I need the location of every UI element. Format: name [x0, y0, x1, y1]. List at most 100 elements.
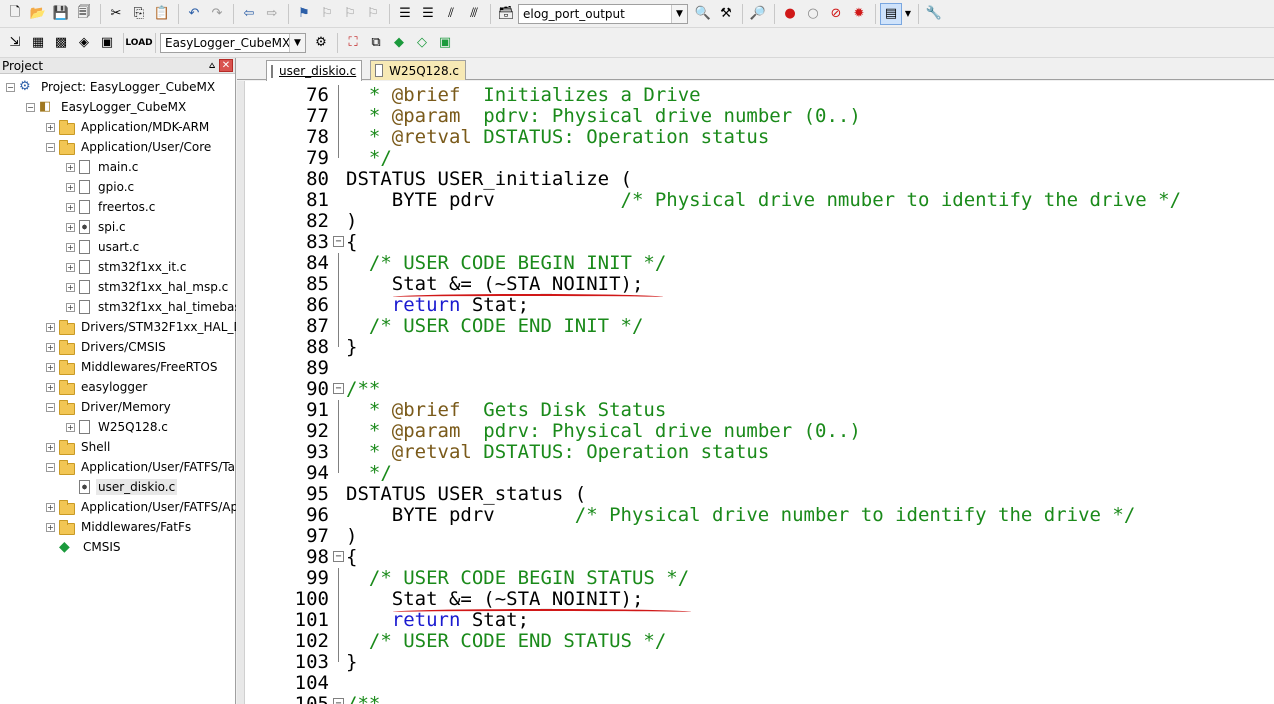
tree-item[interactable]: + stm32f1xx_hal_timebase_	[66, 297, 236, 317]
code-line[interactable]: 104	[245, 673, 1274, 694]
code-line[interactable]: 77 * @param pdrv: Physical drive number …	[245, 106, 1274, 127]
kill-all-breakpoints-icon[interactable]: ✹	[848, 3, 870, 25]
window-layout-icon[interactable]: ▤	[880, 2, 902, 25]
nav-forward-icon[interactable]: ⇨	[261, 3, 283, 25]
tree-item[interactable]: + Drivers/CMSIS	[46, 337, 236, 357]
tree-item[interactable]: + freertos.c	[66, 197, 236, 217]
tree-item[interactable]: − Application/User/Core	[46, 137, 236, 157]
breakpoint-icon[interactable]: ●	[779, 3, 801, 25]
code-line[interactable]: 96 BYTE pdrv /* Physical drive number to…	[245, 505, 1274, 526]
collapse-icon[interactable]: −	[46, 402, 55, 412]
code-line[interactable]: 80 DSTATUS USER_initialize (	[245, 169, 1274, 190]
comment-icon[interactable]: ⫽	[440, 3, 462, 25]
code-line[interactable]: 89	[245, 358, 1274, 379]
code-line[interactable]: 81 BYTE pdrv /* Physical drive nmuber to…	[245, 190, 1274, 211]
target-select[interactable]: EasyLogger_CubeMX ▼	[160, 32, 306, 53]
tree-item[interactable]: + stm32f1xx_hal_msp.c	[66, 277, 236, 297]
file-extensions-icon[interactable]: ⧉	[365, 32, 387, 54]
expand-icon[interactable]: +	[46, 502, 55, 512]
code-line[interactable]: 93 * @retval DSTATUS: Operation status	[245, 442, 1274, 463]
expand-icon[interactable]: +	[66, 162, 75, 172]
batch-build-icon[interactable]: ◈	[73, 32, 95, 54]
code-line[interactable]: 103}	[245, 652, 1274, 673]
nav-back-icon[interactable]: ⇦	[238, 3, 260, 25]
code-line[interactable]: 82)	[245, 211, 1274, 232]
save-icon[interactable]: 💾	[50, 3, 72, 25]
collapse-icon[interactable]: −	[46, 142, 55, 152]
tree-item[interactable]: + Application/User/FATFS/App	[46, 497, 236, 517]
tree-item[interactable]: − Application/User/FATFS/Targ	[46, 457, 236, 477]
tree-item[interactable]: + easylogger	[46, 377, 236, 397]
tree-item[interactable]: − Driver/Memory	[46, 397, 236, 417]
fold-toggle-icon[interactable]: −	[333, 551, 344, 562]
code-line[interactable]: 95 DSTATUS USER_status (	[245, 484, 1274, 505]
expand-icon[interactable]: +	[66, 242, 75, 252]
tree-item[interactable]: + Shell	[46, 437, 236, 457]
code-line[interactable]: 76 * @brief Initializes a Drive	[245, 85, 1274, 106]
tree-item[interactable]: + W25Q128.c	[66, 417, 236, 437]
collapse-icon[interactable]: −	[46, 462, 55, 472]
target-options-icon[interactable]: ⚙	[310, 32, 332, 54]
debug-icon[interactable]: 🔎	[747, 3, 769, 25]
tree-item[interactable]: + Middlewares/FatFs	[46, 517, 236, 537]
find-combo[interactable]: elog_port_output ▼	[518, 3, 688, 24]
close-icon[interactable]: ✕	[219, 59, 233, 72]
expand-icon[interactable]: +	[46, 382, 55, 392]
disable-breakpoint-icon[interactable]: ○	[802, 3, 824, 25]
new-file-icon[interactable]: 🗋	[4, 3, 26, 25]
code-line[interactable]: 102 /* USER CODE END STATUS */	[245, 631, 1274, 652]
select-packs-icon[interactable]: ◇	[411, 32, 433, 54]
tree-item[interactable]: − ◧ EasyLogger_CubeMX	[26, 97, 236, 117]
tree-item[interactable]: + gpio.c	[66, 177, 236, 197]
bookmark-icon[interactable]: ⚑	[293, 3, 315, 25]
copy-icon[interactable]: ⎘	[128, 3, 150, 25]
tree-item[interactable]: − ⚙ Project: EasyLogger_CubeMX	[6, 77, 236, 97]
code-line[interactable]: 84 /* USER CODE BEGIN INIT */	[245, 253, 1274, 274]
cut-icon[interactable]: ✂	[105, 3, 127, 25]
pin-icon[interactable]: ⩟	[205, 59, 219, 72]
download-icon[interactable]: LOAD	[125, 32, 152, 54]
code-line[interactable]: 92 * @param pdrv: Physical drive number …	[245, 421, 1274, 442]
code-line[interactable]: 91 * @brief Gets Disk Status	[245, 400, 1274, 421]
redo-icon[interactable]: ↷	[206, 3, 228, 25]
tree-item[interactable]: + Middlewares/FreeRTOS	[46, 357, 236, 377]
disable-all-breakpoints-icon[interactable]: ⊘	[825, 3, 847, 25]
code-line[interactable]: 94 */	[245, 463, 1274, 484]
code-line[interactable]: 98−{	[245, 547, 1274, 568]
uncomment-icon[interactable]: ⫻	[463, 3, 485, 25]
expand-icon[interactable]: +	[66, 422, 75, 432]
code-line[interactable]: 78 * @retval DSTATUS: Operation status	[245, 127, 1274, 148]
clear-bookmarks-icon[interactable]: ⚐	[362, 3, 384, 25]
code-line[interactable]: 105−/**	[245, 694, 1274, 704]
fold-toggle-icon[interactable]: −	[333, 383, 344, 394]
chevron-down-icon[interactable]: ▼	[671, 4, 687, 23]
tree-item[interactable]: user_diskio.c	[66, 477, 236, 497]
chevron-down-icon[interactable]: ▼	[289, 33, 305, 52]
pack-installer-icon[interactable]: ◆	[388, 32, 410, 54]
fold-toggle-icon[interactable]: −	[333, 698, 344, 704]
code-line[interactable]: 100 Stat &= (~STA_NOINIT);	[245, 589, 1274, 610]
prev-bookmark-icon[interactable]: ⚐	[316, 3, 338, 25]
tab-w25q128[interactable]: W25Q128.c	[370, 60, 466, 80]
expand-icon[interactable]: +	[66, 222, 75, 232]
build-icon[interactable]: ▦	[27, 32, 49, 54]
save-all-icon[interactable]: 🗐	[73, 3, 95, 25]
expand-icon[interactable]: +	[46, 322, 55, 332]
tree-item[interactable]: ◆ CMSIS	[46, 537, 236, 557]
collapse-icon[interactable]: −	[26, 102, 35, 112]
expand-icon[interactable]: +	[46, 522, 55, 532]
expand-icon[interactable]: +	[66, 202, 75, 212]
indent-icon[interactable]: ☰	[394, 3, 416, 25]
expand-icon[interactable]: +	[66, 262, 75, 272]
run-time-env-icon[interactable]: ▣	[434, 32, 456, 54]
find-icon[interactable]: 🔍	[692, 3, 714, 25]
code-line[interactable]: 90−/**	[245, 379, 1274, 400]
tree-item[interactable]: + main.c	[66, 157, 236, 177]
undo-icon[interactable]: ↶	[183, 3, 205, 25]
code-line[interactable]: 99 /* USER CODE BEGIN STATUS */	[245, 568, 1274, 589]
tree-item[interactable]: + stm32f1xx_it.c	[66, 257, 236, 277]
code-line[interactable]: 88}	[245, 337, 1274, 358]
code-line[interactable]: 83−{	[245, 232, 1274, 253]
code-line[interactable]: 97)	[245, 526, 1274, 547]
next-bookmark-icon[interactable]: ⚐	[339, 3, 361, 25]
